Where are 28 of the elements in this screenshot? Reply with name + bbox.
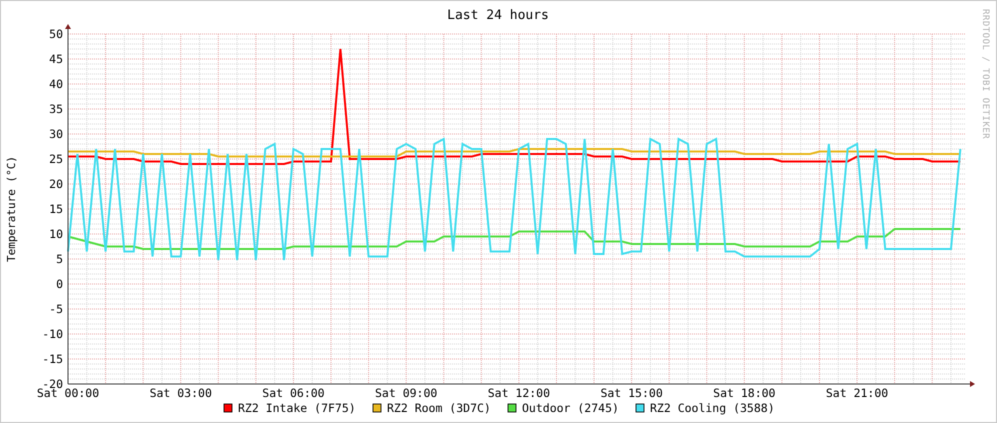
legend-label: Outdoor (2745) — [522, 401, 619, 415]
y-tick-label: 40 — [49, 77, 63, 91]
y-tick-label: 45 — [49, 52, 63, 66]
x-tick-label: Sat 21:00 — [826, 386, 888, 400]
y-tick-label: 10 — [49, 227, 63, 241]
x-tick-label: Sat 06:00 — [262, 386, 325, 400]
y-tick-label: 35 — [49, 102, 63, 116]
x-tick-label: Sat 03:00 — [150, 386, 212, 400]
legend-label: RZ2 Cooling (3588) — [650, 401, 775, 415]
y-tick-label: 25 — [49, 152, 63, 166]
y-tick-label: -5 — [49, 302, 63, 316]
y-tick-label: 20 — [49, 177, 63, 191]
chart-title: Last 24 hours — [447, 8, 549, 23]
y-tick-label: 0 — [56, 277, 63, 291]
x-tick-label: Sat 12:00 — [488, 386, 550, 400]
x-tick-label: Sat 09:00 — [375, 386, 438, 400]
credit-text: RRDTOOL / TOBI OETIKER — [980, 9, 990, 140]
y-tick-label: -15 — [42, 352, 63, 366]
legend-label: RZ2 Intake (7F75) — [238, 401, 356, 415]
y-tick-label: 30 — [49, 127, 63, 141]
y-tick-label: 5 — [56, 252, 63, 266]
x-tick-label: Sat 15:00 — [600, 386, 663, 400]
y-tick-label: -10 — [42, 327, 63, 341]
y-tick-label: 15 — [49, 202, 63, 216]
y-axis-label: Temperature (°C) — [5, 156, 18, 262]
legend-label: RZ2 Room (3D7C) — [387, 401, 491, 415]
x-tick-label: Sat 18:00 — [713, 386, 776, 400]
y-tick-label: 50 — [49, 27, 63, 41]
